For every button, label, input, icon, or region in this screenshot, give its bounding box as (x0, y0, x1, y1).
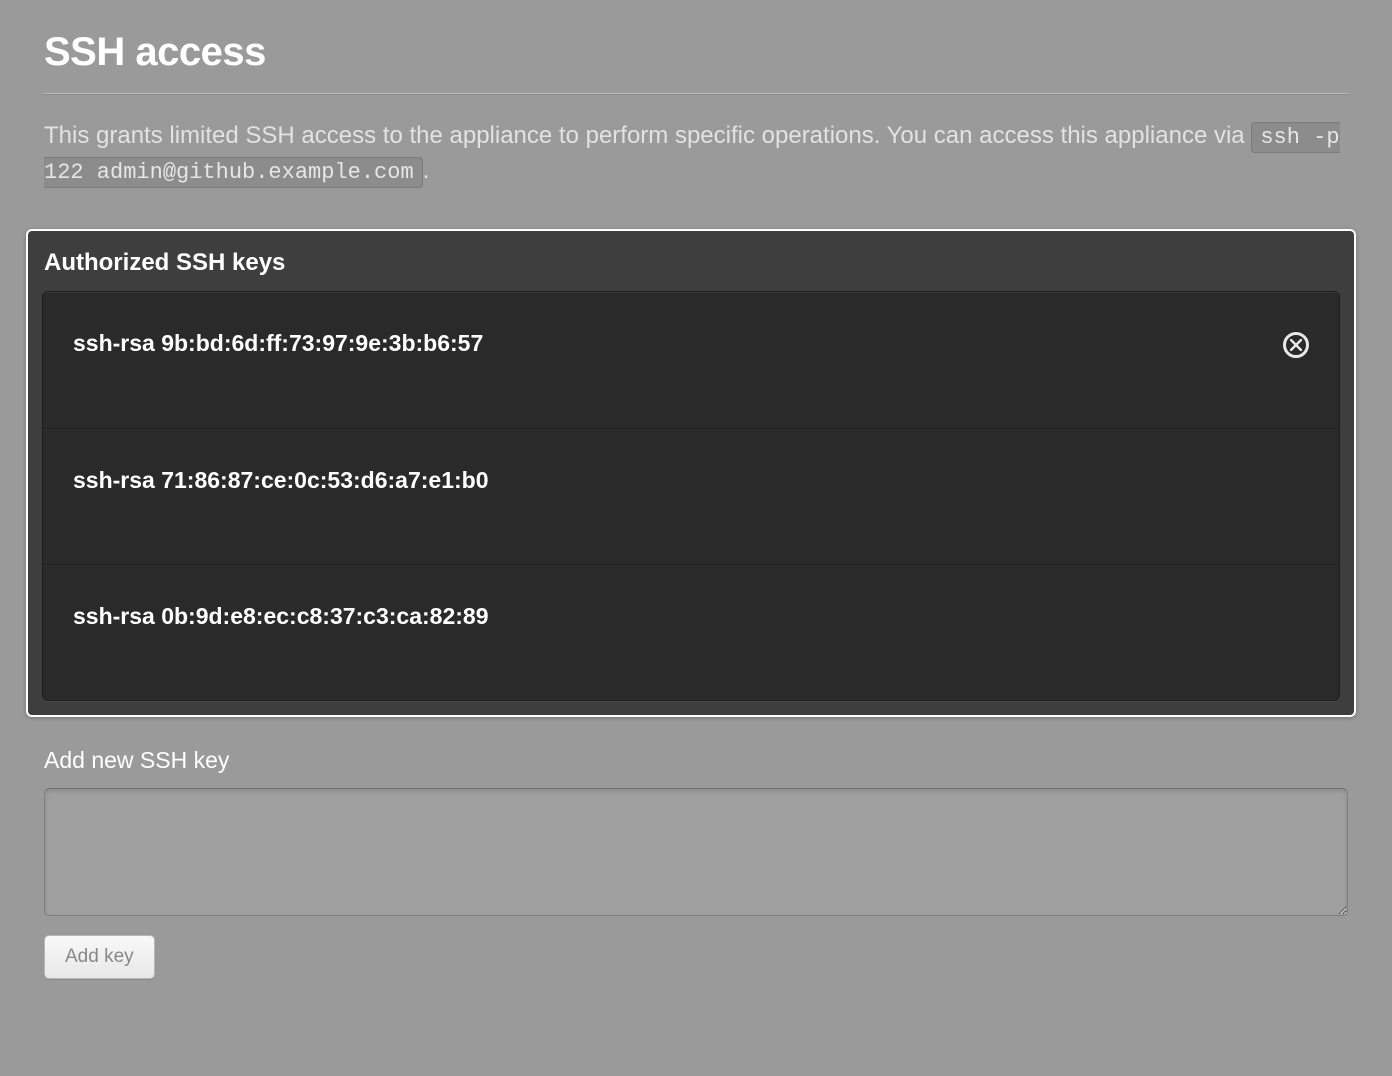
description-prefix: This grants limited SSH access to the ap… (44, 122, 1251, 149)
ssh-key-list: ssh-rsa 9b:bd:6d:ff:73:97:9e:3b:b6:57 ss… (42, 291, 1340, 701)
ssh-key-textarea[interactable] (44, 788, 1348, 916)
ssh-key-fingerprint: ssh-rsa 9b:bd:6d:ff:73:97:9e:3b:b6:57 (73, 330, 483, 357)
add-key-button[interactable]: Add key (44, 935, 155, 979)
close-icon (1290, 339, 1302, 351)
description-suffix: . (423, 157, 430, 184)
ssh-key-item: ssh-rsa 9b:bd:6d:ff:73:97:9e:3b:b6:57 (43, 292, 1339, 429)
ssh-key-fingerprint: ssh-rsa 0b:9d:e8:ec:c8:37:c3:ca:82:89 (73, 603, 489, 630)
remove-key-button[interactable] (1283, 332, 1309, 358)
ssh-key-item: ssh-rsa 71:86:87:ce:0c:53:d6:a7:e1:b0 (43, 429, 1339, 565)
page-title: SSH access (44, 30, 1348, 75)
ssh-key-fingerprint: ssh-rsa 71:86:87:ce:0c:53:d6:a7:e1:b0 (73, 467, 489, 494)
add-key-label: Add new SSH key (44, 747, 1348, 774)
authorized-keys-panel: Authorized SSH keys ssh-rsa 9b:bd:6d:ff:… (26, 229, 1356, 717)
panel-title: Authorized SSH keys (44, 249, 1340, 277)
divider (44, 93, 1348, 95)
ssh-key-item: ssh-rsa 0b:9d:e8:ec:c8:37:c3:ca:82:89 (43, 565, 1339, 700)
add-key-section: Add new SSH key Add key (44, 747, 1348, 979)
page-description: This grants limited SSH access to the ap… (44, 119, 1348, 189)
